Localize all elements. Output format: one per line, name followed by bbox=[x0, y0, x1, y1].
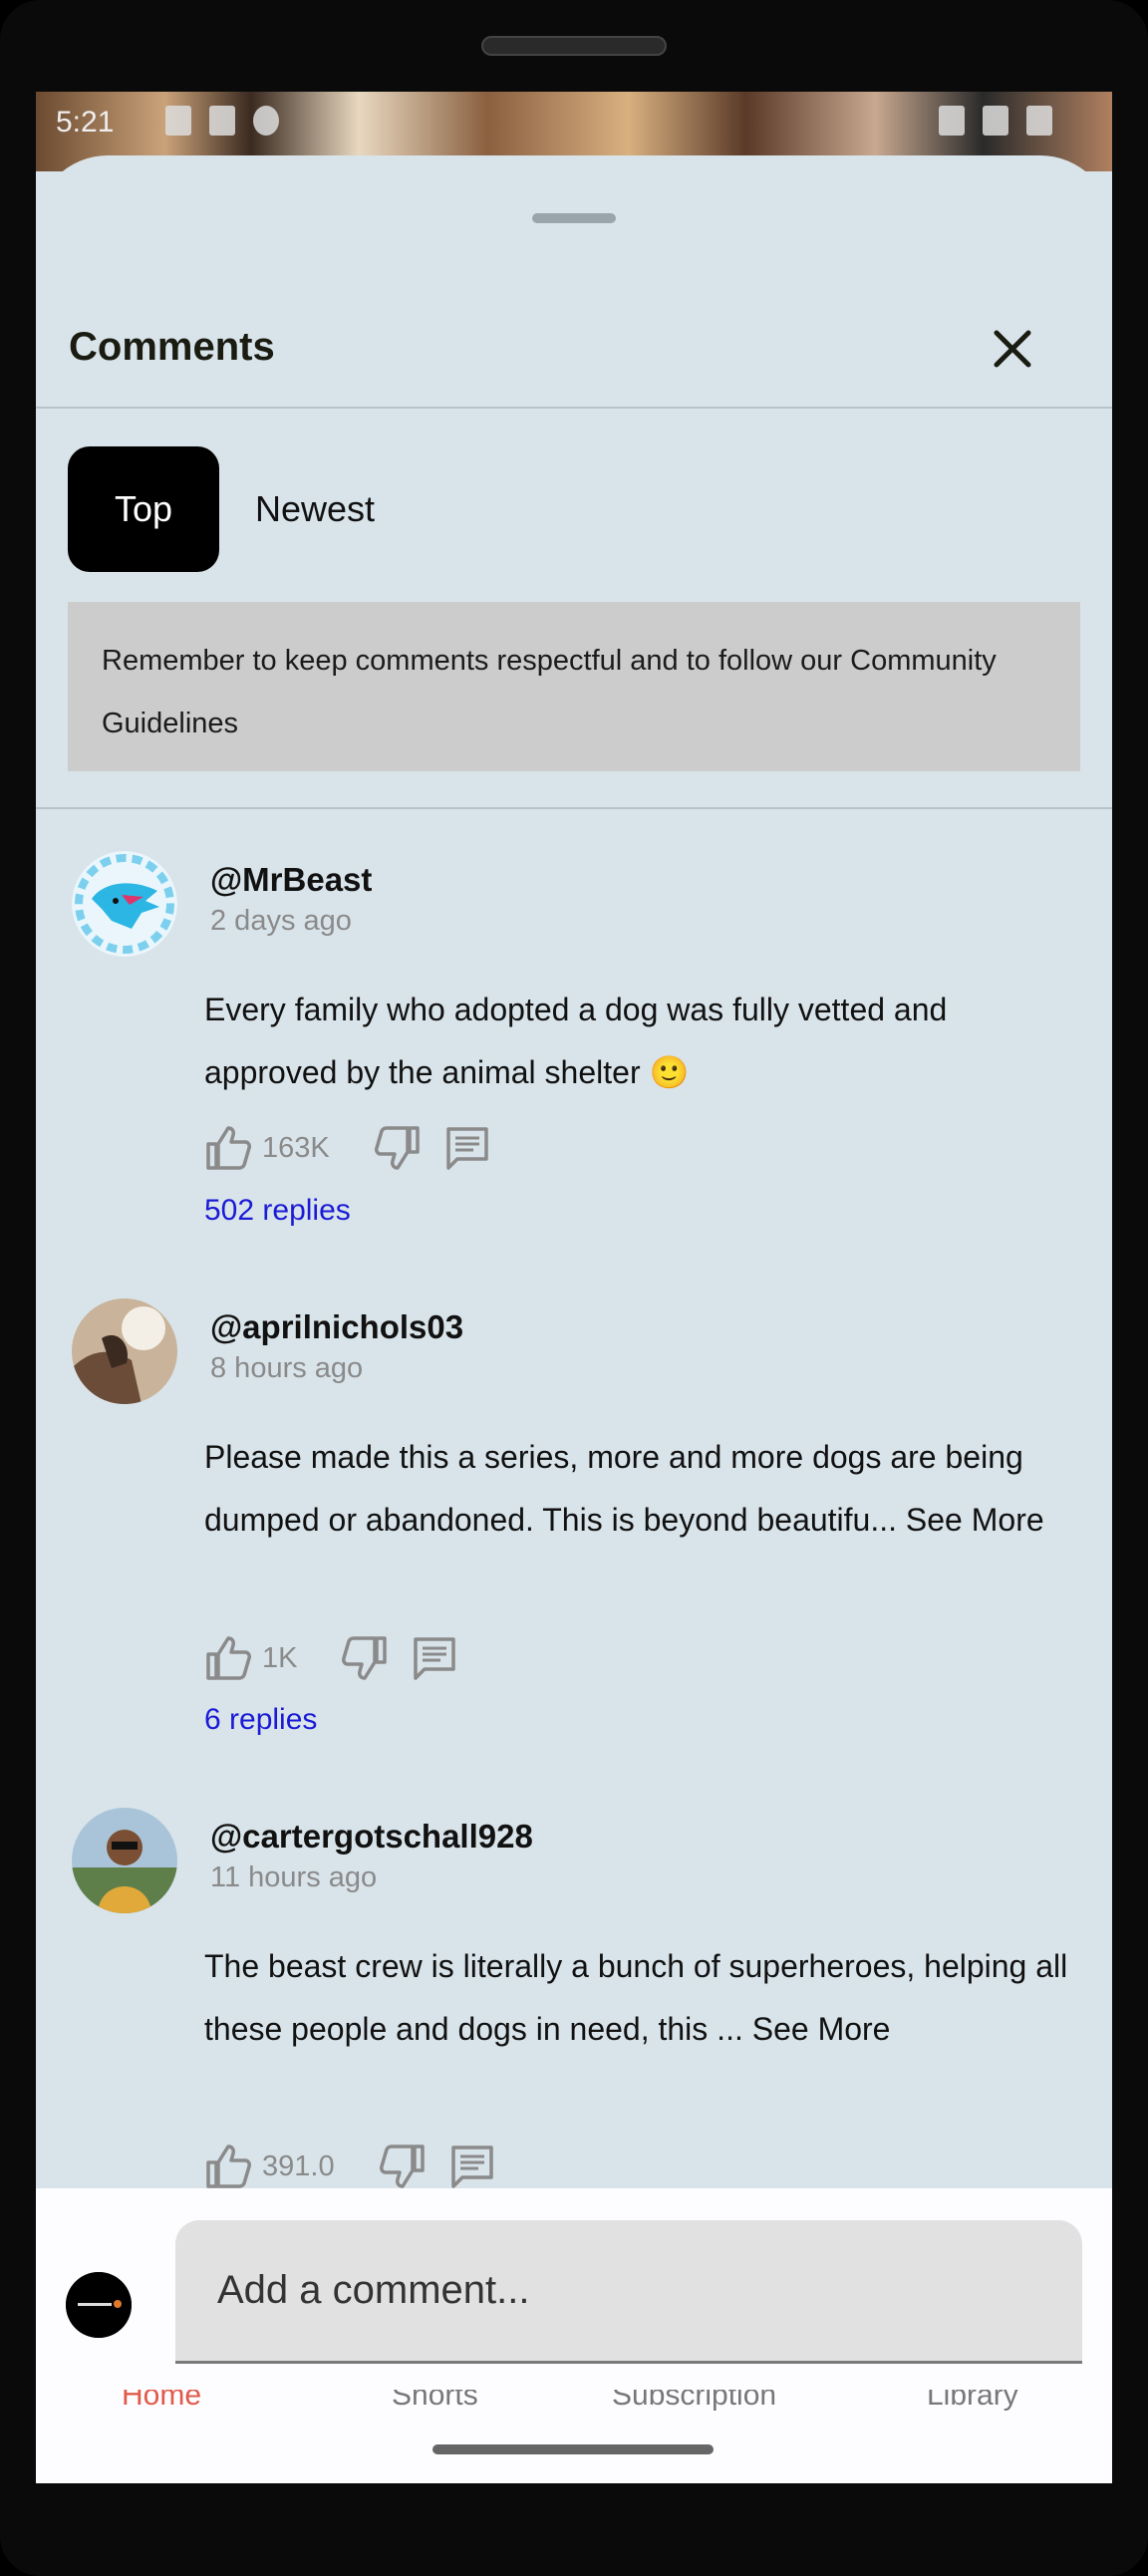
like-count: 1K bbox=[262, 1641, 298, 1674]
nav-library[interactable]: Library bbox=[927, 2390, 1018, 2412]
comments-sheet: Comments Top Newest Remember to keep com… bbox=[36, 155, 1112, 2483]
comment-text: Every family who adopted a dog was fully… bbox=[204, 992, 948, 1090]
avatar[interactable] bbox=[72, 1808, 177, 1913]
thumbs-up-icon[interactable] bbox=[204, 2143, 252, 2190]
drag-handle[interactable] bbox=[532, 213, 616, 223]
sd-card-icon bbox=[209, 106, 235, 136]
nav-shorts[interactable]: Shorts bbox=[392, 2390, 478, 2412]
wifi-icon bbox=[939, 106, 965, 136]
status-time: 5:21 bbox=[56, 106, 115, 139]
comment-time: 8 hours ago bbox=[210, 1352, 364, 1384]
home-indicator[interactable] bbox=[432, 2444, 714, 2454]
sort-newest-chip[interactable]: Newest bbox=[235, 446, 395, 572]
comment-actions: 163K bbox=[204, 1124, 491, 1172]
add-comment-input[interactable]: Add a comment... bbox=[175, 2220, 1082, 2364]
close-icon bbox=[994, 330, 1031, 368]
comment-time: 2 days ago bbox=[210, 905, 352, 937]
avatar[interactable] bbox=[72, 851, 177, 957]
comment-text: Please made this a series, more and more… bbox=[204, 1439, 1044, 1538]
comment-author[interactable]: @cartergotschall928 bbox=[210, 1818, 533, 1856]
thumbs-down-icon[interactable] bbox=[374, 1124, 422, 1172]
thumbs-up-icon[interactable] bbox=[204, 1124, 252, 1172]
comment-text: The beast crew is literally a bunch of s… bbox=[204, 1948, 1068, 2047]
thumbs-up-icon[interactable] bbox=[204, 1634, 252, 1682]
like-count: 163K bbox=[262, 1131, 330, 1164]
comment-composer: Add a comment... Home Shorts Subscriptio… bbox=[36, 2188, 1112, 2483]
status-bar: 5:21 bbox=[36, 92, 1112, 156]
sheet-title: Comments bbox=[69, 325, 275, 369]
sync-icon bbox=[253, 106, 279, 136]
battery-icon bbox=[1026, 106, 1052, 136]
screen: 5:21 Comments Top Newest Remember to kee… bbox=[36, 92, 1112, 2483]
header-divider bbox=[36, 407, 1112, 409]
reply-icon[interactable] bbox=[411, 1634, 458, 1682]
sort-top-chip[interactable]: Top bbox=[68, 446, 219, 572]
thumbs-down-icon[interactable] bbox=[341, 1634, 389, 1682]
my-avatar bbox=[66, 2272, 132, 2338]
sheet-header: Comments bbox=[36, 305, 1112, 405]
close-button[interactable] bbox=[983, 319, 1042, 379]
comment-actions: 391.0 bbox=[204, 2143, 496, 2190]
notice-divider bbox=[36, 807, 1112, 809]
reply-icon[interactable] bbox=[448, 2143, 496, 2190]
earpiece-speaker bbox=[481, 36, 667, 56]
thumbs-down-icon[interactable] bbox=[379, 2143, 427, 2190]
comment-author[interactable]: @aprilnichols03 bbox=[210, 1308, 463, 1346]
phone-frame: 5:21 Comments Top Newest Remember to kee… bbox=[0, 0, 1148, 2576]
comment-author[interactable]: @MrBeast bbox=[210, 861, 372, 899]
replies-link[interactable]: 6 replies bbox=[204, 1703, 317, 1737]
notification-icon bbox=[165, 106, 191, 136]
comment-time: 11 hours ago bbox=[210, 1861, 378, 1893]
signal-icon bbox=[983, 106, 1008, 136]
community-guidelines-notice: Remember to keep comments respectful and… bbox=[68, 602, 1080, 771]
nav-home[interactable]: Home bbox=[122, 2390, 201, 2412]
replies-link[interactable]: 502 replies bbox=[204, 1194, 351, 1228]
like-count: 391.0 bbox=[262, 2149, 335, 2182]
comment-actions: 1K bbox=[204, 1634, 458, 1682]
reply-icon[interactable] bbox=[443, 1124, 491, 1172]
avatar[interactable] bbox=[72, 1298, 177, 1404]
nav-subscription[interactable]: Subscription bbox=[612, 2390, 776, 2412]
